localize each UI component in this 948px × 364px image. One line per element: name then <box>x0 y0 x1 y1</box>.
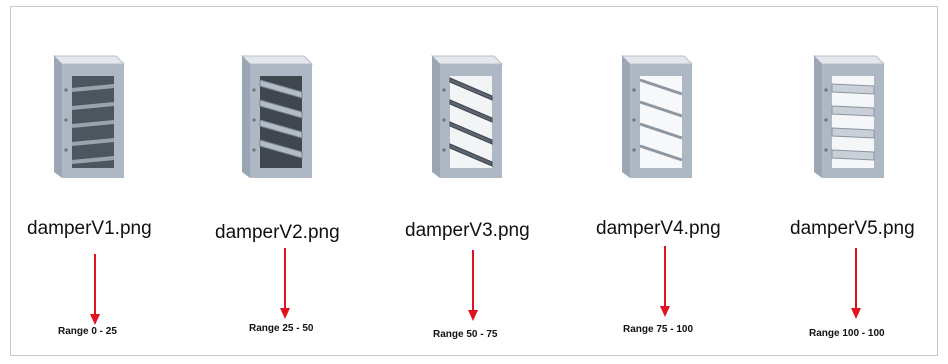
file-name[interactable]: damperV4.png <box>596 218 721 240</box>
range-label: Range 75 - 100 <box>623 324 694 335</box>
file-name[interactable]: damperV5.png <box>790 218 915 240</box>
damper-v2-thumbnail[interactable] <box>240 50 314 180</box>
damper-v1-thumbnail[interactable] <box>52 50 126 180</box>
file-name[interactable]: damperV3.png <box>405 220 530 242</box>
file-name[interactable]: damperV2.png <box>215 222 340 244</box>
range-label: Range 50 - 75 <box>433 329 498 340</box>
file-name[interactable]: damperV1.png <box>27 218 152 240</box>
down-arrow-icon <box>89 254 101 326</box>
range-label: Range 100 - 100 <box>809 328 885 339</box>
damper-v4-thumbnail[interactable] <box>620 50 694 180</box>
down-arrow-icon <box>659 246 671 318</box>
down-arrow-icon <box>279 248 291 320</box>
damper-v5-thumbnail[interactable] <box>812 50 886 180</box>
down-arrow-icon <box>467 250 479 322</box>
damper-v3-thumbnail[interactable] <box>430 50 504 180</box>
range-label: Range 25 - 50 <box>249 323 314 334</box>
damper-icon <box>620 55 694 178</box>
range-label: Range 0 - 25 <box>58 326 117 337</box>
damper-icon <box>52 55 126 178</box>
damper-icon <box>812 55 886 178</box>
damper-icon <box>240 55 314 178</box>
damper-icon <box>430 55 504 178</box>
down-arrow-icon <box>850 248 862 320</box>
